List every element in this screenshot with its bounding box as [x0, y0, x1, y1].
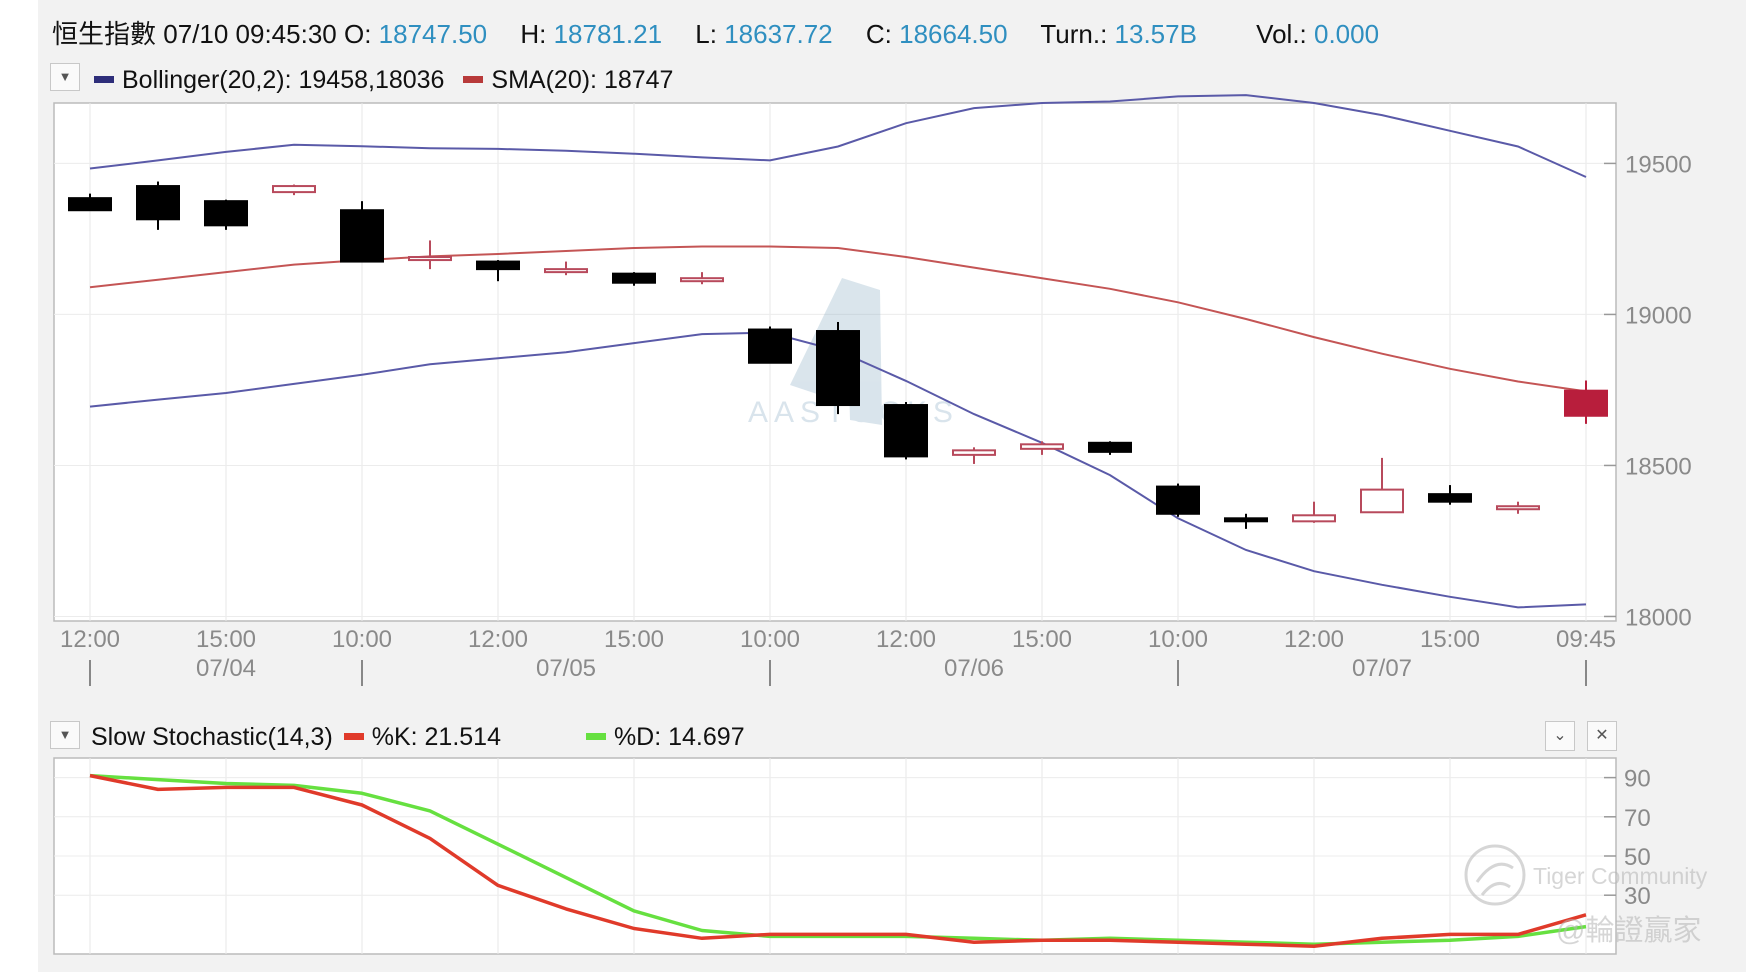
- candle-body: [748, 328, 792, 364]
- candle: [1156, 483, 1200, 517]
- stoch-tick-label: 70: [1624, 805, 1651, 832]
- candle-body: [272, 185, 316, 194]
- date-label: 07/06: [944, 655, 1004, 682]
- candle-body: [1088, 441, 1132, 453]
- date-label: 07/07: [1352, 655, 1412, 682]
- time-tick-label: 15:00: [196, 626, 256, 653]
- candle: [884, 402, 928, 460]
- time-tick-label: 10:00: [740, 626, 800, 653]
- time-tick-label: 12:00: [876, 626, 936, 653]
- candle-body: [204, 200, 248, 227]
- candle-body: [952, 449, 996, 456]
- candle: [612, 272, 656, 286]
- candle: [748, 326, 792, 364]
- candle-body: [1428, 493, 1472, 503]
- time-tick-label: 15:00: [604, 626, 664, 653]
- candle-body: [1360, 488, 1404, 514]
- stoch-tick-label: 90: [1624, 766, 1651, 793]
- price-tick-label: 19500: [1625, 151, 1692, 178]
- time-axis: 12:00 15:00 10:00 12:00 15:00 10:00 12:00 15:00…: [60, 626, 1616, 686]
- price-tick-label: 18500: [1625, 453, 1692, 480]
- candle-body: [1020, 443, 1064, 450]
- candle-body: [816, 330, 860, 407]
- time-tick-label: 10:00: [1148, 626, 1208, 653]
- candle-body: [68, 197, 112, 212]
- price-axis: 19500 19000 18500 18000: [1604, 151, 1692, 631]
- candle-body: [612, 272, 656, 284]
- candle: [816, 321, 860, 415]
- time-tick-label: 12:00: [1284, 626, 1344, 653]
- tiger-community-text: Tiger Community: [1533, 863, 1708, 889]
- handle-text: @輪證贏家: [1556, 914, 1701, 947]
- time-tick-label: 10:00: [332, 626, 392, 653]
- candle-body: [1496, 505, 1540, 511]
- time-tick-label: 15:00: [1012, 626, 1072, 653]
- candle-body: [884, 404, 928, 458]
- candle: [204, 199, 248, 230]
- chart-canvas: AASTOCKS 19500190001850018000 12:00 15:00…: [53, 94, 1708, 955]
- candle-body: [1156, 485, 1200, 515]
- time-tick-label: 12:00: [468, 626, 528, 653]
- date-label: 07/04: [196, 655, 256, 682]
- candle-body: [1292, 514, 1336, 523]
- price-tick-label: 19000: [1625, 302, 1692, 329]
- time-tick-label: 15:00: [1420, 626, 1480, 653]
- candle-body: [1564, 389, 1608, 417]
- candle: [340, 201, 384, 263]
- candle-body: [680, 277, 724, 283]
- time-tick-label: 12:00: [60, 626, 120, 653]
- candle-body: [340, 209, 384, 263]
- date-label: 07/05: [536, 655, 596, 682]
- candle-body: [408, 256, 452, 262]
- price-tick-label: 18000: [1625, 604, 1692, 631]
- candle-body: [1224, 517, 1268, 523]
- candle: [1088, 441, 1132, 455]
- time-tick-label: 09:45: [1556, 626, 1616, 653]
- candle-body: [544, 268, 588, 274]
- candle-body: [476, 260, 520, 271]
- candle-body: [136, 185, 180, 221]
